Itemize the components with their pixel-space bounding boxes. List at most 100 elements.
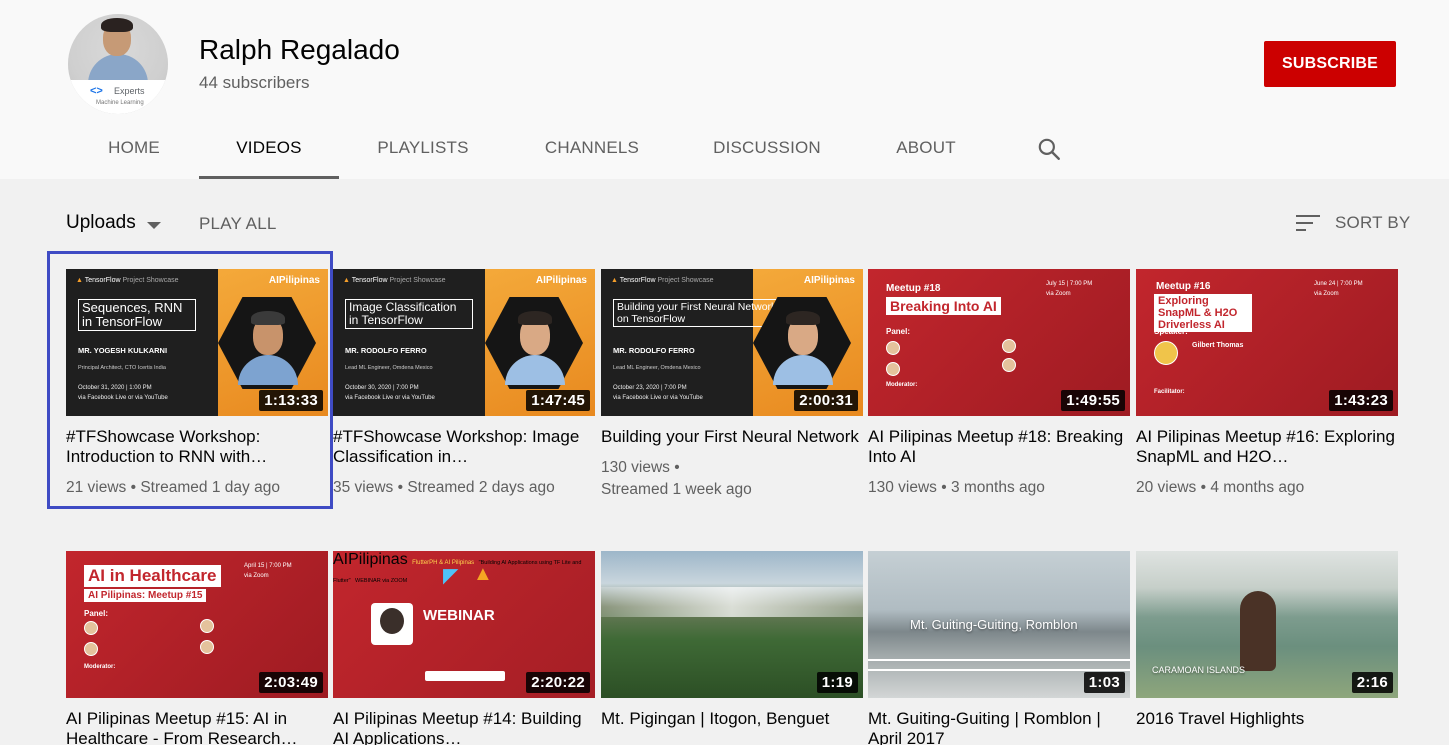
video-item[interactable]: ◤ ▲ AIPilipinas FlutterPH & AI Pilipinas… [333, 551, 595, 745]
subscribe-button[interactable]: SUBSCRIBE [1264, 41, 1396, 87]
video-duration: 1:47:45 [526, 390, 590, 411]
video-item[interactable]: 1:19 Mt. Pigingan | Itogon, Benguet [601, 551, 863, 739]
thumb-subtitle: AI Pilipinas: Meetup #15 [84, 589, 207, 602]
video-thumbnail[interactable]: CARAMOAN ISLANDS 2:16 [1136, 551, 1398, 698]
video-duration: 1:03 [1083, 672, 1125, 693]
thumb-speaker: MR. RODOLFO FERRO [613, 346, 695, 355]
thumb-meetup-label: Meetup #16 [1156, 281, 1211, 292]
avatar-badge-text: Experts [114, 86, 145, 96]
video-thumbnail[interactable]: Meetup #16 Exploring SnapML & H2O Driver… [1136, 269, 1398, 416]
thumb-panel-label: Panel: [84, 609, 109, 618]
tab-channels[interactable]: CHANNELS [534, 118, 650, 179]
ai-pilipinas-logo-icon: AIPilipinas [803, 275, 855, 286]
thumb-caption: Mt. Guiting-Guiting, Romblon [910, 617, 1078, 632]
video-item[interactable]: AI in Healthcare AI Pilipinas: Meetup #1… [66, 551, 328, 745]
video-thumbnail[interactable]: ▲ TensorFlow Project Showcase AIPilipina… [601, 269, 863, 416]
video-duration: 2:03:49 [259, 672, 323, 693]
caret-down-icon[interactable] [147, 222, 161, 229]
thumb-via: via Zoom [244, 573, 269, 579]
thumb-facilitator-label: Facilitator: [1154, 389, 1185, 395]
video-duration: 2:00:31 [794, 390, 858, 411]
flutter-logo-icon: ◤ [443, 565, 459, 587]
play-all-button[interactable]: PLAY ALL [199, 214, 277, 234]
tensorflow-logo-icon: ▲ TensorFlow Project Showcase [611, 277, 714, 284]
video-duration: 1:43:23 [1329, 390, 1393, 411]
video-title[interactable]: Building your First Neural Network [601, 427, 863, 447]
video-item[interactable]: Meetup #18 Breaking Into AI July 15 | 7:… [868, 269, 1130, 499]
video-item[interactable]: ▲ TensorFlow Project Showcase AIPilipina… [333, 269, 595, 499]
thumb-title: Breaking Into AI [886, 297, 1001, 315]
video-meta: 130 views • 3 months ago [868, 479, 1045, 496]
video-meta: 21 views • Streamed 1 day ago [66, 479, 280, 496]
thumb-date: April 15 | 7:00 PM [244, 563, 292, 569]
channel-avatar[interactable]: <> Experts Machine Learning [68, 14, 168, 114]
video-item[interactable]: Mt. Guiting-Guiting, Romblon 1:03 Mt. Gu… [868, 551, 1130, 745]
video-duration: 1:49:55 [1061, 390, 1125, 411]
thumb-speaker: MR. RODOLFO FERRO [345, 346, 427, 355]
ai-pilipinas-logo-icon: AIPilipinas [535, 275, 587, 286]
sort-icon[interactable] [1296, 213, 1320, 233]
video-duration: 2:16 [1351, 672, 1393, 693]
search-icon[interactable] [1036, 136, 1062, 162]
tab-about[interactable]: ABOUT [884, 118, 968, 179]
thumb-via: via Facebook Live or via YouTube [345, 395, 435, 401]
video-item[interactable]: ▲ TensorFlow Project Showcase AIPilipina… [601, 269, 863, 501]
ai-pilipinas-logo-icon: AIPilipinas [268, 275, 320, 286]
video-item[interactable]: ▲ TensorFlow Project Showcase AIPilipina… [66, 269, 328, 499]
video-meta: 35 views • Streamed 2 days ago [333, 479, 555, 496]
uploads-dropdown[interactable]: Uploads [66, 212, 136, 234]
thumb-title: Image Classification in TensorFlow [345, 299, 473, 329]
tab-home[interactable]: HOME [96, 118, 172, 179]
video-item[interactable]: Meetup #16 Exploring SnapML & H2O Driver… [1136, 269, 1398, 499]
thumb-moderator-label: Moderator: [84, 664, 116, 670]
channel-tabs: HOME VIDEOS PLAYLISTS CHANNELS DISCUSSIO… [0, 118, 1449, 179]
video-thumbnail[interactable]: ◤ ▲ AIPilipinas FlutterPH & AI Pilipinas… [333, 551, 595, 698]
video-title[interactable]: #TFShowcase Workshop: Image Classificati… [333, 427, 595, 467]
thumb-date: October 23, 2020 | 7:00 PM [613, 385, 687, 391]
thumb-title: Sequences, RNN in TensorFlow [78, 299, 196, 331]
video-duration: 2:20:22 [526, 672, 590, 693]
video-meta: 130 views • [601, 459, 680, 476]
video-thumbnail[interactable]: 1:19 [601, 551, 863, 698]
thumb-speaker: MR. YOGESH KULKARNI [78, 346, 168, 355]
tensorflow-logo-icon: ▲ [473, 563, 493, 585]
thumb-caption: CARAMOAN ISLANDS [1152, 665, 1246, 675]
thumb-meetup-label: Meetup #18 [886, 283, 941, 294]
video-meta: 20 views • 4 months ago [1136, 479, 1305, 496]
gde-logo-icon: <> [90, 85, 103, 97]
channel-name: Ralph Regalado [199, 34, 400, 65]
thumb-date: October 30, 2020 | 7:00 PM [345, 385, 419, 391]
thumb-speaker: Gilbert Thomas [1192, 342, 1244, 349]
video-thumbnail[interactable]: Mt. Guiting-Guiting, Romblon 1:03 [868, 551, 1130, 698]
video-title[interactable]: #TFShowcase Workshop: Introduction to RN… [66, 427, 328, 467]
video-item[interactable]: CARAMOAN ISLANDS 2:16 2016 Travel Highli… [1136, 551, 1398, 739]
thumb-via: via Facebook Live or via YouTube [613, 395, 703, 401]
sort-by-button[interactable]: SORT BY [1335, 213, 1410, 233]
thumb-date: July 15 | 7:00 PM [1046, 281, 1093, 287]
video-thumbnail[interactable]: ▲ TensorFlow Project Showcase AIPilipina… [333, 269, 595, 416]
tab-discussion[interactable]: DISCUSSION [704, 118, 830, 179]
video-title[interactable]: AI Pilipinas Meetup #18: Breaking Into A… [868, 427, 1130, 467]
tensorflow-logo-icon: ▲ TensorFlow Project Showcase [343, 277, 446, 284]
video-title[interactable]: Mt. Pigingan | Itogon, Benguet [601, 709, 863, 729]
thumb-panel-label: Panel: [886, 327, 911, 336]
thumb-moderator-label: Moderator: [886, 382, 918, 388]
video-title[interactable]: AI Pilipinas Meetup #14: Building AI App… [333, 709, 595, 745]
video-thumbnail[interactable]: AI in Healthcare AI Pilipinas: Meetup #1… [66, 551, 328, 698]
thumb-title: WEBINAR [423, 607, 495, 624]
video-title[interactable]: AI Pilipinas Meetup #16: Exploring SnapM… [1136, 427, 1398, 467]
video-duration: 1:13:33 [259, 390, 323, 411]
video-title[interactable]: 2016 Travel Highlights [1136, 709, 1398, 729]
video-title[interactable]: Mt. Guiting-Guiting | Romblon | April 20… [868, 709, 1130, 745]
video-thumbnail[interactable]: ▲ TensorFlow Project Showcase AIPilipina… [66, 269, 328, 416]
tab-playlists[interactable]: PLAYLISTS [366, 118, 480, 179]
tab-videos[interactable]: VIDEOS [199, 118, 339, 179]
video-title[interactable]: AI Pilipinas Meetup #15: AI in Healthcar… [66, 709, 328, 745]
thumb-speaker-label: Speaker: [1154, 327, 1188, 336]
thumb-via: WEBINAR via ZOOM [355, 578, 408, 584]
thumb-role: Principal Architect, CTO Icertis India [78, 365, 166, 371]
video-thumbnail[interactable]: Meetup #18 Breaking Into AI July 15 | 7:… [868, 269, 1130, 416]
tensorflow-logo-icon: ▲ TensorFlow Project Showcase [76, 277, 179, 284]
thumb-role: Lead ML Engineer, Omdena Mexico [613, 365, 701, 371]
thumb-title: Building your First Neural Network on Te… [613, 299, 783, 327]
